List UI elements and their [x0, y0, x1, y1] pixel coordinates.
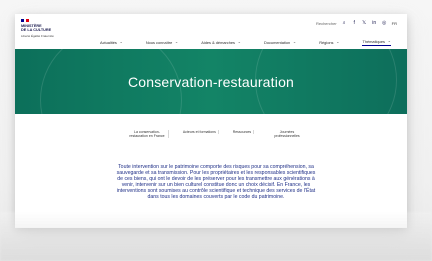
language-selector[interactable]: FR: [392, 21, 397, 26]
site-header: MINISTÈRE DE LA CULTURE Liberté Égalité …: [15, 14, 407, 50]
hero-banner: Conservation-restauration: [15, 49, 407, 114]
linkedin-icon[interactable]: in: [372, 21, 377, 26]
nav-item-regions[interactable]: Régions: [319, 39, 340, 45]
ministry-logo[interactable]: MINISTÈRE DE LA CULTURE Liberté Égalité …: [21, 19, 73, 43]
tab-ressources[interactable]: Ressources: [231, 130, 255, 134]
nav-item-nous-connaitre[interactable]: Nous connaître: [146, 39, 179, 45]
nav-item-aides-demarches[interactable]: Aides & démarches: [201, 39, 241, 45]
nav-item-actualites[interactable]: Actualités: [100, 39, 123, 45]
intro-paragraph: Toute intervention sur le patrimoine com…: [116, 164, 316, 201]
nav-item-documentation[interactable]: Documentation: [264, 39, 296, 45]
twitter-icon[interactable]: 𝕏: [362, 21, 367, 26]
tab-acteurs-formations[interactable]: Acteurs et formations: [181, 130, 219, 134]
browser-page: MINISTÈRE DE LA CULTURE Liberté Égalité …: [15, 14, 407, 228]
logo-line-2: DE LA CULTURE: [21, 28, 52, 32]
utility-bar: Rechercher ⌕ f 𝕏 in ◎ FR: [316, 21, 397, 27]
instagram-icon[interactable]: ◎: [382, 21, 387, 26]
search-label[interactable]: Rechercher: [316, 21, 337, 26]
nav-item-thematiques[interactable]: Thématiques: [362, 38, 391, 46]
bottom-blur: [0, 212, 432, 261]
logo-motto: Liberté Égalité Fraternité: [21, 34, 54, 38]
page-title: Conservation-restauration: [127, 74, 295, 90]
tab-conservation-restauration-france[interactable]: La conservation-restauration en France: [126, 130, 169, 138]
french-flag-icon: [21, 19, 30, 22]
tab-journees-professionnelles[interactable]: Journées professionnelles: [266, 130, 308, 138]
main-navigation: Actualités Nous connaître Aides & démarc…: [100, 38, 399, 46]
section-tabs: La conservation-restauration en France A…: [126, 130, 308, 146]
search-icon[interactable]: ⌕: [342, 21, 347, 26]
facebook-icon[interactable]: f: [352, 21, 357, 26]
